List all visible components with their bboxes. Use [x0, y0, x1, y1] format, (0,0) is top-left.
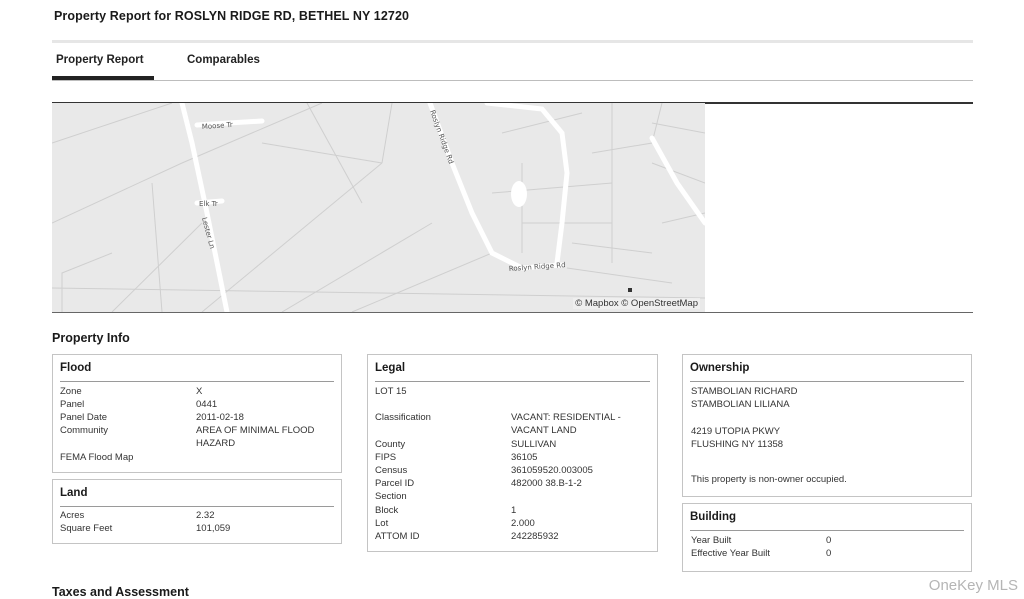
map-bottom-rule: [52, 312, 973, 313]
effective-year-built-label: Effective Year Built: [691, 548, 771, 559]
ownership-title: Ownership: [690, 362, 750, 374]
legal-lot-value: 2.000: [511, 518, 535, 529]
owner-name-1: STAMBOLIAN RICHARD: [691, 386, 798, 397]
ownership-card: Ownership STAMBOLIAN RICHARD STAMBOLIAN …: [682, 354, 972, 497]
property-map[interactable]: Moose Tr Roslyn Ridge Rd Elk Tr Lester L…: [52, 103, 705, 312]
legal-lot-description: LOT 15: [375, 386, 407, 397]
building-divider: [690, 530, 964, 531]
legal-parcel-id-value: 482000 38.B-1-2: [511, 478, 582, 489]
legal-census-label: Census: [375, 465, 408, 476]
map-attribution[interactable]: © Mapbox © OpenStreetMap: [573, 298, 700, 309]
flood-title: Flood: [60, 362, 92, 374]
flood-panel-date-label: Panel Date: [60, 412, 108, 423]
land-title: Land: [60, 487, 88, 499]
occupancy-note: This property is non-owner occupied.: [691, 474, 847, 485]
watermark-logo: OneKey MLS: [928, 577, 1018, 594]
header-divider: [52, 40, 973, 43]
legal-lot-label: Lot: [375, 518, 389, 529]
flood-divider: [60, 381, 334, 382]
legal-classification-label: Classification: [375, 412, 431, 423]
legal-census-value: 361059520.003005: [511, 465, 593, 476]
legal-attom-id-value: 242285932: [511, 531, 559, 542]
legal-attom-id-label: ATTOM ID: [375, 531, 420, 542]
tab-comparables[interactable]: Comparables: [187, 54, 260, 66]
building-card: Building Year Built 0 Effective Year Bui…: [682, 503, 972, 572]
land-acres-label: Acres: [60, 510, 85, 521]
tab-property-report[interactable]: Property Report: [56, 54, 144, 66]
legal-parcel-id-label: Parcel ID: [375, 478, 415, 489]
effective-year-built-value: 0: [826, 548, 832, 559]
land-divider: [60, 506, 334, 507]
flood-community-label: Community: [60, 425, 109, 436]
flood-panel-date-value: 2011-02-18: [196, 412, 244, 423]
legal-block-value: 1: [511, 505, 517, 516]
year-built-value: 0: [826, 535, 832, 546]
land-sqft-value: 101,059: [196, 523, 231, 534]
tabs-divider: [52, 80, 973, 81]
legal-county-value: SULLIVAN: [511, 439, 557, 450]
legal-county-label: County: [375, 439, 406, 450]
flood-panel-label: Panel: [60, 399, 85, 410]
flood-zone-value: X: [196, 386, 203, 397]
legal-title: Legal: [375, 362, 406, 374]
legal-card: Legal LOT 15 Classification VACANT: RESI…: [367, 354, 658, 552]
flood-zone-label: Zone: [60, 386, 82, 397]
page-title: Property Report for ROSLYN RIDGE RD, BET…: [54, 9, 410, 23]
legal-fips-label: FIPS: [375, 452, 397, 463]
map-graphic: Moose Tr Roslyn Ridge Rd Elk Tr Lester L…: [52, 103, 705, 312]
ownership-divider: [690, 381, 964, 382]
flood-community-value: AREA OF MINIMAL FLOOD HAZARD: [196, 425, 315, 449]
year-built-label: Year Built: [691, 535, 732, 546]
owner-address-line-1: 4219 UTOPIA PKWY: [691, 426, 781, 437]
legal-classification-value: VACANT: RESIDENTIAL - VACANT LAND: [511, 412, 621, 436]
building-title: Building: [690, 511, 736, 523]
legal-section-label: Section: [375, 491, 407, 502]
fema-flood-map-link[interactable]: FEMA Flood Map: [60, 451, 133, 464]
legal-block-label: Block: [375, 505, 399, 516]
owner-address-line-2: FLUSHING NY 11358: [691, 439, 784, 450]
property-info-heading: Property Info: [52, 331, 130, 345]
flood-card: Flood Zone X Panel 0441 Panel Date 2011-…: [52, 354, 342, 473]
map-label-elk-tr: Elk Tr: [199, 200, 218, 208]
tab-bar: Property Report Comparables: [52, 52, 973, 81]
land-acres-value: 2.32: [196, 510, 215, 521]
land-card: Land Acres 2.32 Square Feet 101,059: [52, 479, 342, 544]
land-sqft-label: Square Feet: [60, 523, 113, 534]
owner-name-2: STAMBOLIAN LILIANA: [691, 399, 790, 410]
flood-panel-value: 0441: [196, 399, 218, 410]
legal-divider: [375, 381, 650, 382]
legal-fips-value: 36105: [511, 452, 538, 463]
